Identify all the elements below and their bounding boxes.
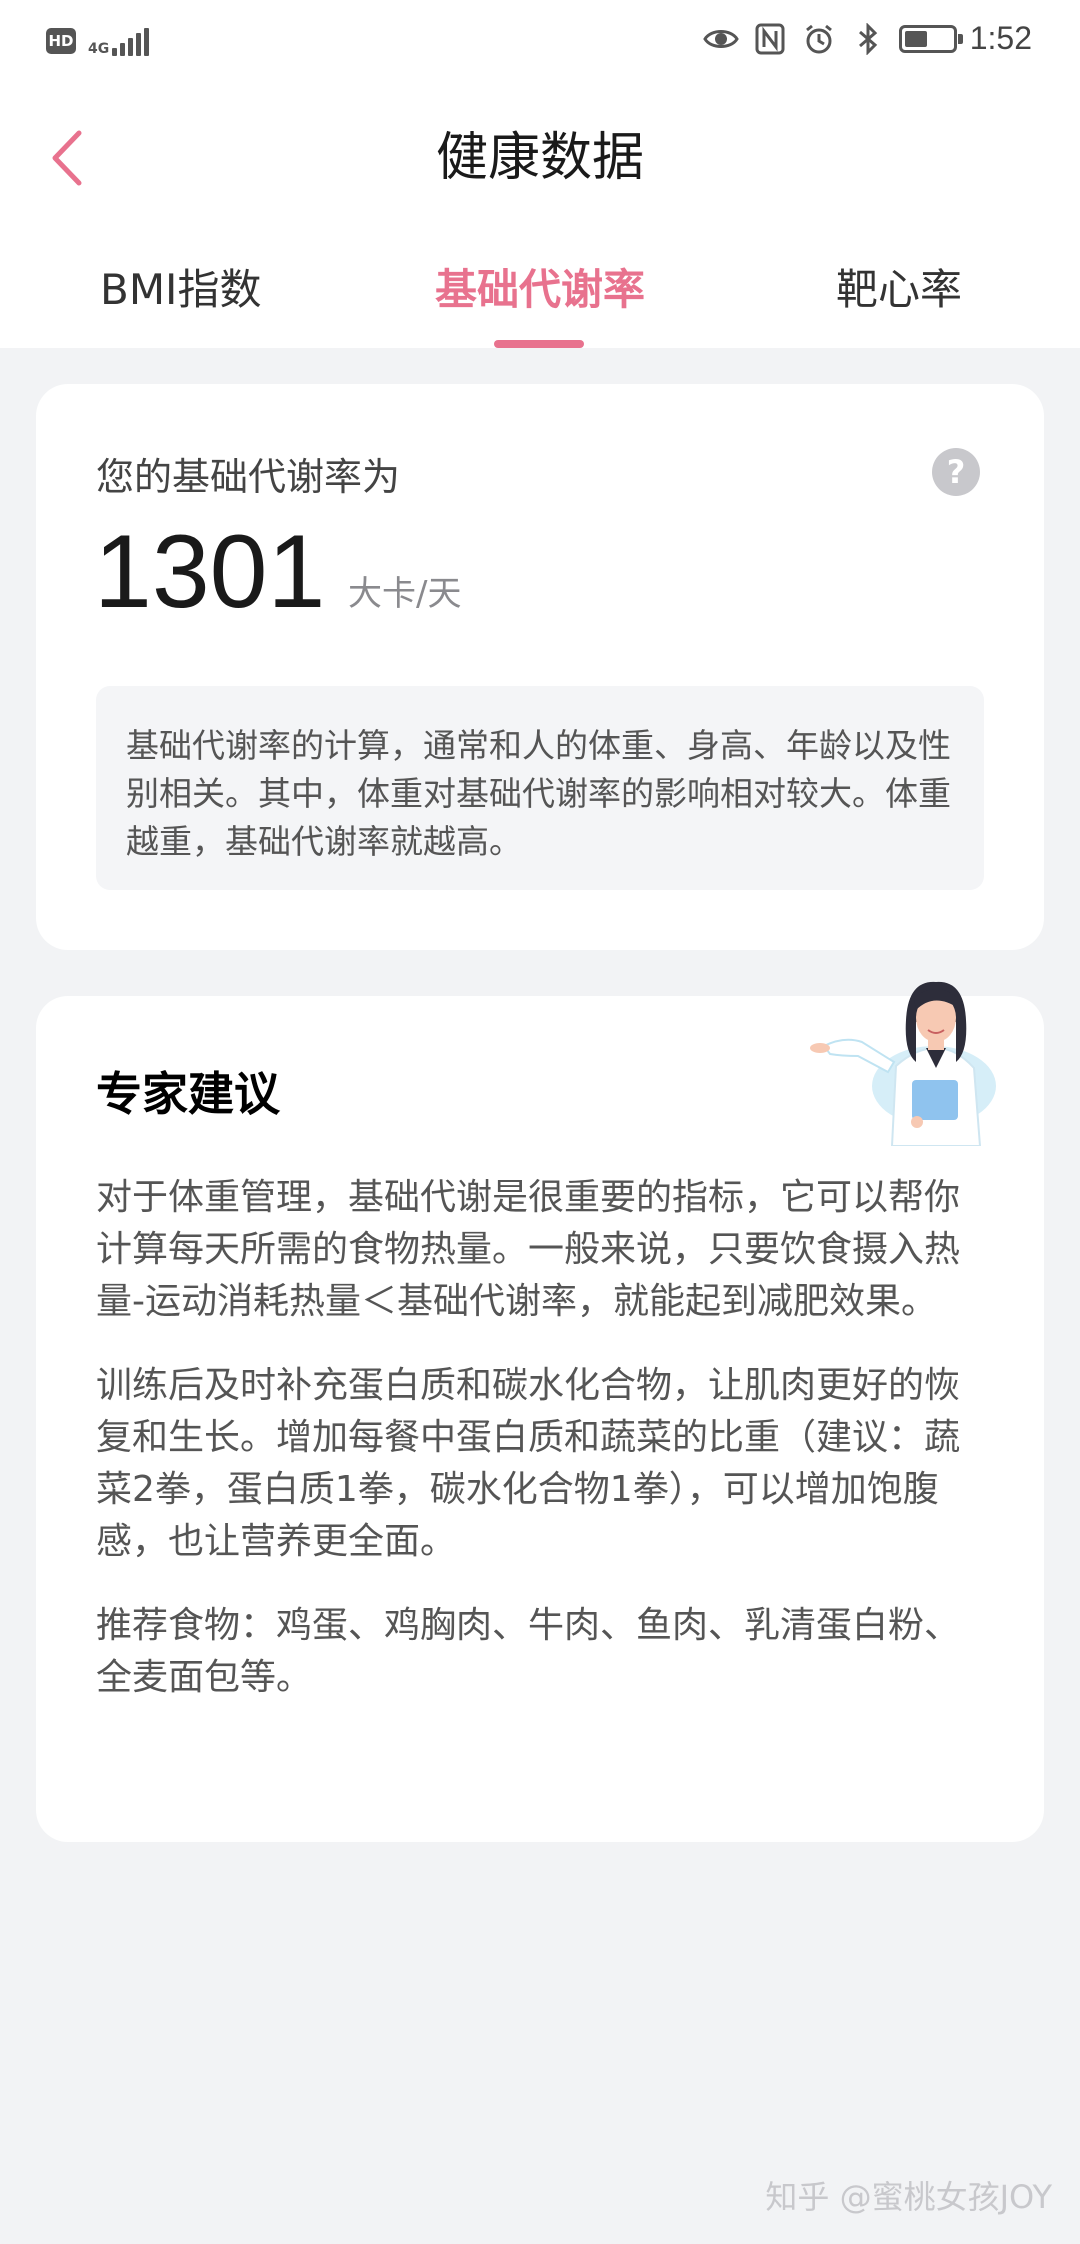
bmr-info-text: 基础代谢率的计算，通常和人的体重、身高、年龄以及性别相关。其中，体重对基础代谢率…	[96, 686, 984, 890]
bmr-card: 您的基础代谢率为 ? 1301 大卡/天 基础代谢率的计算，通常和人的体重、身高…	[36, 384, 1044, 950]
battery-icon	[898, 24, 963, 53]
bmr-label: 您的基础代谢率为	[96, 455, 401, 499]
nfc-icon	[752, 21, 788, 57]
tab-target-heart-rate[interactable]: 靶心率	[836, 250, 962, 330]
signal-icon: 4G	[88, 26, 149, 56]
status-bar: HD 4G 1:52	[0, 0, 1080, 84]
tab-bar: BMI指数 基础代谢率 靶心率	[0, 250, 1080, 348]
tab-bmr[interactable]: 基础代谢率	[435, 250, 645, 330]
advice-paragraph: 推荐食物：鸡蛋、鸡胸肉、牛肉、鱼肉、乳清蛋白粉、全麦面包等。	[96, 1605, 961, 1698]
watermark: 知乎 @蜜桃女孩JOY	[765, 2178, 1052, 2216]
doctor-illustration	[810, 981, 996, 1146]
bmr-unit: 大卡/天	[348, 574, 462, 614]
page-title: 健康数据	[435, 128, 644, 188]
advice-paragraph: 对于体重管理，基础代谢是很重要的指标，它可以帮你计算每天所需的食物热量。一般来说…	[96, 1177, 961, 1322]
active-tab-indicator	[494, 340, 584, 348]
help-icon[interactable]: ?	[932, 448, 980, 496]
hd-icon: HD	[46, 28, 76, 54]
eye-icon	[702, 21, 739, 57]
alarm-icon	[801, 21, 837, 57]
advice-paragraph: 训练后及时补充蛋白质和碳水化合物，让肌肉更好的恢复和生长。增加每餐中蛋白质和蔬菜…	[96, 1365, 961, 1562]
tab-bmi[interactable]: BMI指数	[100, 250, 261, 330]
bluetooth-icon	[850, 21, 886, 57]
network-type: 4G	[88, 41, 110, 57]
clock: 1:52	[969, 20, 1032, 56]
advice-title: 专家建议	[96, 1067, 280, 1121]
advice-card: 专家建议 对于体重管理，基础代谢是很重要的指标，它可以帮你计算每天所需的食物热量…	[36, 981, 1044, 1842]
advice-body: 对于体重管理，基础代谢是很重要的指标，它可以帮你计算每天所需的食物热量。一般来说…	[96, 1172, 988, 1736]
bmr-value: 1301	[94, 514, 326, 630]
